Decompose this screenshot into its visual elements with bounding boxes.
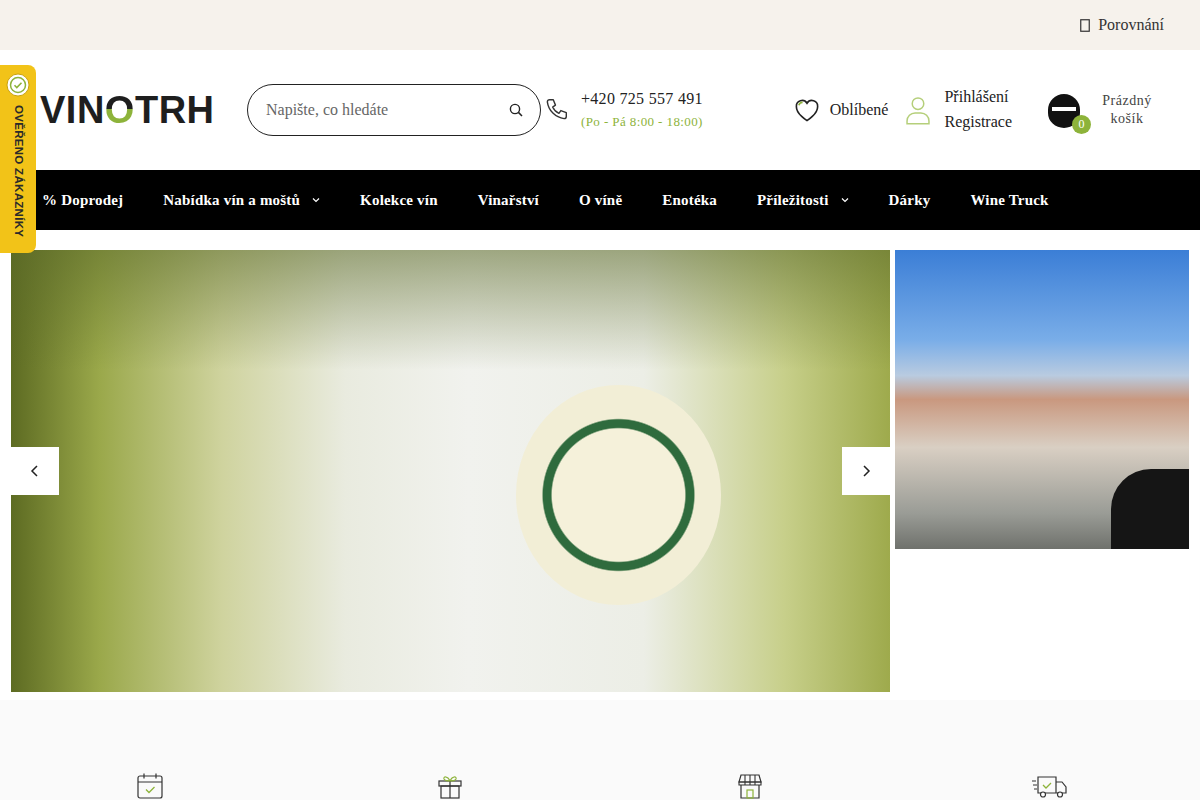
search-box <box>247 84 541 136</box>
cart-link[interactable]: 0 Prázdný košík <box>1046 92 1160 128</box>
logo-letter[interactable]: O <box>105 91 135 129</box>
verified-seal-icon <box>6 73 30 97</box>
menu-label[interactable]: % Doprodej <box>42 189 123 212</box>
menu-item[interactable]: Příležitosti <box>757 189 849 212</box>
logo[interactable]: VINOTRH <box>40 91 247 129</box>
chevron-left-icon <box>28 464 42 478</box>
carousel-next-button[interactable] <box>842 447 890 495</box>
logo-text[interactable]: VIN <box>40 91 105 129</box>
menu-item[interactable]: O víně <box>579 189 622 212</box>
menu-item[interactable]: Enotéka <box>662 189 717 212</box>
chevron-down-icon <box>841 196 849 204</box>
menu-item[interactable]: % Doprodej <box>42 189 123 212</box>
menu-label[interactable]: Nabídka vín a moštů <box>163 189 300 212</box>
verified-badge-text: OVĚŘENO ZÁKAZNÍKY <box>9 105 26 237</box>
phone-number[interactable]: +420 725 557 491 <box>581 89 703 110</box>
site-header: VINOTRH +420 725 557 491 (Po - Pá 8:00 -… <box>0 50 1200 170</box>
register-link[interactable]: Registrace <box>944 110 1012 135</box>
opening-hours: (Po - Pá 8:00 - 18:00) <box>581 113 703 131</box>
login-link[interactable]: Přihlášení <box>944 85 1012 110</box>
menu-label[interactable]: Příležitosti <box>757 189 829 212</box>
menu-label[interactable]: Vinařství <box>478 189 539 212</box>
search-input[interactable] <box>247 84 541 136</box>
chevron-down-icon <box>312 196 320 204</box>
phone-icon <box>543 97 569 123</box>
search-button[interactable] <box>509 103 523 117</box>
cart-label[interactable]: Prázdný košík <box>1094 92 1160 128</box>
main-nav: % Doprodej Nabídka vín a moštů Kolekce vín… <box>0 170 1200 230</box>
features-strip <box>0 700 1200 800</box>
menu-label[interactable]: Enotéka <box>662 189 717 212</box>
enoteka-banner[interactable] <box>895 250 1189 549</box>
favorites-label[interactable]: Oblíbené <box>830 98 889 122</box>
menu-item[interactable]: Wine Truck <box>970 189 1048 212</box>
logo-text[interactable]: TRH <box>135 91 215 129</box>
heart-icon <box>792 95 822 125</box>
contact: +420 725 557 491 (Po - Pá 8:00 - 18:00) <box>543 89 703 131</box>
main-menu: % Doprodej Nabídka vín a moštů Kolekce vín… <box>42 189 1049 212</box>
hero <box>0 250 1200 692</box>
verified-badge[interactable]: OVĚŘENO ZÁKAZNÍKY <box>0 65 36 253</box>
chevron-right-icon <box>859 464 873 478</box>
slide-photo <box>516 385 721 605</box>
store-icon <box>736 772 764 800</box>
favorites-link[interactable]: Oblíbené <box>792 95 889 125</box>
menu-label[interactable]: Dárky <box>889 189 931 212</box>
hero-carousel[interactable] <box>11 250 890 692</box>
compare-icon <box>1080 19 1090 32</box>
calendar-icon <box>136 772 164 800</box>
menu-label[interactable]: Wine Truck <box>970 189 1048 212</box>
magnifier-icon <box>509 103 523 117</box>
menu-item[interactable]: Kolekce vín <box>360 189 438 212</box>
compare-label[interactable]: Porovnání <box>1098 13 1164 37</box>
cart-count-badge: 0 <box>1072 115 1091 134</box>
menu-item[interactable]: Nabídka vín a moštů <box>163 189 320 212</box>
top-bar: Porovnání <box>0 0 1200 50</box>
menu-label[interactable]: O víně <box>579 189 622 212</box>
account: Přihlášení Registrace <box>904 85 1012 135</box>
truck-icon <box>1032 772 1068 800</box>
user-icon <box>904 95 932 125</box>
menu-label[interactable]: Kolekce vín <box>360 189 438 212</box>
menu-item[interactable]: Vinařství <box>478 189 539 212</box>
menu-item[interactable]: Dárky <box>889 189 931 212</box>
compare-link[interactable]: Porovnání <box>1080 13 1164 37</box>
gift-icon <box>436 772 464 800</box>
carousel-prev-button[interactable] <box>11 447 59 495</box>
